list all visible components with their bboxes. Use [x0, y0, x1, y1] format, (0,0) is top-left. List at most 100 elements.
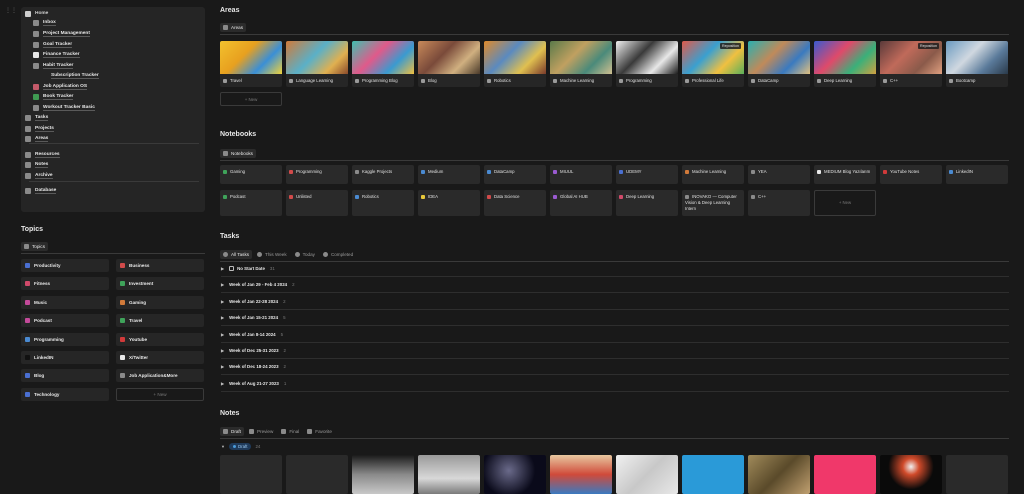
sidebar-item-job-application-os[interactable]: Job Application OS: [33, 82, 88, 91]
notebook-card-deep-learning[interactable]: Deep Learning: [616, 190, 678, 216]
notebook-card-kaggle-projects[interactable]: Kaggle Projects: [352, 165, 414, 184]
task-group-row[interactable]: ▶ Week of Aug 21-27 2023 1: [221, 376, 1009, 392]
area-card-deep-learning[interactable]: Deep Learning: [814, 41, 876, 87]
note-card[interactable]: [286, 455, 348, 494]
topic-gaming[interactable]: Gaming: [116, 295, 204, 309]
notebook-card-robotics[interactable]: Robotics: [352, 190, 414, 216]
topics-new-button[interactable]: + New: [116, 387, 204, 401]
sidebar-item-areas[interactable]: Areas: [25, 134, 49, 143]
reposition-button[interactable]: Reposition: [918, 43, 939, 49]
task-group-row[interactable]: ▶ Week of Jan 8-14 2024 5: [221, 327, 1009, 343]
note-card[interactable]: [352, 455, 414, 494]
notebook-card-gaming[interactable]: Gaming: [220, 165, 282, 184]
sidebar-item-book-tracker[interactable]: Book Tracker: [33, 92, 74, 101]
sidebar-toggle-icon[interactable]: ⋮⋮: [5, 7, 17, 14]
notebook-card-global-ai-hub[interactable]: Global AI HUB: [550, 190, 612, 216]
topic-x-twitter[interactable]: X/Twitter: [116, 351, 204, 364]
tab-notebooks[interactable]: Notebooks: [220, 149, 256, 158]
chevron-right-icon[interactable]: ▶: [221, 364, 224, 369]
tab-final[interactable]: Final: [278, 427, 302, 436]
topic-music[interactable]: Music: [21, 295, 109, 309]
sidebar-item-inbox[interactable]: Inbox: [33, 18, 56, 27]
notebook-card-linkedin[interactable]: LinkedIN: [946, 165, 1008, 184]
chevron-right-icon[interactable]: ▶: [221, 282, 224, 287]
topic-youtube[interactable]: Youtube: [116, 332, 204, 346]
notebook-card-c-[interactable]: C++: [748, 190, 810, 216]
notebook-card-podcast[interactable]: Podcast: [220, 190, 282, 216]
notebooks-new-button[interactable]: + New: [814, 190, 876, 216]
notebook-card-machine-learning[interactable]: Machine Learning: [682, 165, 744, 184]
tab-this-week[interactable]: This Week: [254, 250, 290, 259]
topic-blog[interactable]: Blog: [21, 369, 109, 383]
chevron-right-icon[interactable]: ▶: [221, 332, 224, 337]
task-group-row[interactable]: ▶ Week of Jan 15-21 2024 5: [221, 310, 1009, 327]
topic-productivity[interactable]: Productivity: [21, 259, 109, 272]
area-card-travel[interactable]: Travel: [220, 41, 282, 87]
tab-areas[interactable]: Areas: [220, 23, 247, 32]
notebook-card-programming[interactable]: Programming: [286, 165, 348, 184]
sidebar-item-database[interactable]: Database: [25, 186, 57, 195]
tab-favorite[interactable]: Favorite: [304, 427, 335, 436]
sidebar-item-finance-tracker[interactable]: Finance Tracker: [33, 50, 80, 59]
notebook-card-idea[interactable]: IDEA: [418, 190, 480, 216]
tab-today[interactable]: Today: [292, 250, 318, 259]
area-card-bootcamp[interactable]: Bootcamp: [946, 41, 1008, 87]
area-card-programming[interactable]: Programming: [616, 41, 678, 87]
area-card-programming-blog[interactable]: Programming Blog: [352, 41, 414, 87]
tab-completed[interactable]: Completed: [320, 250, 356, 259]
sidebar-item-projects[interactable]: Projects: [25, 124, 54, 133]
chevron-right-icon[interactable]: ▶: [221, 348, 224, 353]
notebook-card-udemy[interactable]: UDEMY: [616, 165, 678, 184]
topic-linkedin[interactable]: LinkedIN: [21, 351, 109, 364]
tab-draft[interactable]: Draft: [220, 427, 244, 436]
area-card-blog[interactable]: Blog: [418, 41, 480, 87]
area-card-c-[interactable]: Reposition C++: [880, 41, 942, 87]
area-card-robotics[interactable]: Robotics: [484, 41, 546, 87]
topic-technology[interactable]: Technology: [21, 387, 109, 401]
area-card-datacamp[interactable]: DataCamp: [748, 41, 810, 87]
sidebar-item-subscription-tracker[interactable]: Subscription Tracker: [41, 71, 99, 80]
chevron-right-icon[interactable]: ▶: [221, 266, 224, 271]
note-card[interactable]: [946, 455, 1008, 494]
notebook-card-data-science[interactable]: Data Science: [484, 190, 546, 216]
notebook-card-unlisted[interactable]: Unlisted: [286, 190, 348, 216]
task-group-row[interactable]: ▶ Week of Dec 18-24 2023 2: [221, 359, 1009, 376]
note-card[interactable]: [880, 455, 942, 494]
sidebar-item-notes[interactable]: Notes: [25, 160, 49, 169]
note-card[interactable]: [616, 455, 678, 494]
note-card[interactable]: [814, 455, 876, 494]
topic-programming[interactable]: Programming: [21, 332, 109, 346]
note-card[interactable]: [748, 455, 810, 494]
task-group-row[interactable]: ▶ Week of Jan 29 - Feb 4 2024 2: [221, 277, 1009, 294]
area-card-language-learning[interactable]: Language Learning: [286, 41, 348, 87]
area-card-professional-life[interactable]: Reposition Professional Life: [682, 41, 744, 87]
chevron-right-icon[interactable]: ▶: [221, 381, 224, 386]
topic-investment[interactable]: Investment: [116, 277, 204, 291]
task-group-row[interactable]: ▶ Week of Dec 25-31 2023 2: [221, 343, 1009, 359]
topic-fitness[interactable]: Fitness: [21, 277, 109, 291]
notebook-card-miuul[interactable]: MIUUL: [550, 165, 612, 184]
notebook-card-youtube-notes[interactable]: YouTube Notes: [880, 165, 942, 184]
sidebar-item-goal-tracker[interactable]: Goal Tracker: [33, 40, 73, 49]
tab-topics[interactable]: Topics: [21, 242, 49, 251]
tab-all-tasks[interactable]: All Tasks: [220, 250, 253, 259]
topic-job-application-more[interactable]: Job Application&More: [116, 369, 204, 383]
area-card-machine-learning[interactable]: Machine Learning: [550, 41, 612, 87]
notebook-card-inovako-computer-vision-deep-l[interactable]: INOVAKO — Computer Vision & Deep Learnin…: [682, 190, 744, 216]
task-group-row[interactable]: ▶ No Start Date 31: [221, 261, 1009, 277]
sidebar-item-archive[interactable]: Archive: [25, 171, 53, 180]
topic-business[interactable]: Business: [116, 259, 204, 272]
note-card[interactable]: [682, 455, 744, 494]
notes-group-header[interactable]: ▼ Draft 24: [221, 443, 260, 450]
reposition-button[interactable]: Reposition: [720, 43, 741, 49]
task-group-row[interactable]: ▶ Week of Jan 22-28 2024 2: [221, 294, 1009, 310]
topic-podcast[interactable]: Podcast: [21, 314, 109, 328]
notebook-card-yea[interactable]: YEA: [748, 165, 810, 184]
notebook-card-medium-blog-yaz-lar-m[interactable]: MEDIUM Blog Yazılarım: [814, 165, 876, 184]
sidebar-item-project-management[interactable]: Project Management: [33, 29, 90, 38]
note-card[interactable]: [550, 455, 612, 494]
tab-preview[interactable]: Preview: [246, 427, 276, 436]
sidebar-item-workout-tracker-basic[interactable]: Workout Tracker Basic: [33, 103, 95, 112]
areas-new-button[interactable]: + New: [220, 92, 282, 106]
sidebar-item-resources[interactable]: Resources: [25, 150, 60, 159]
